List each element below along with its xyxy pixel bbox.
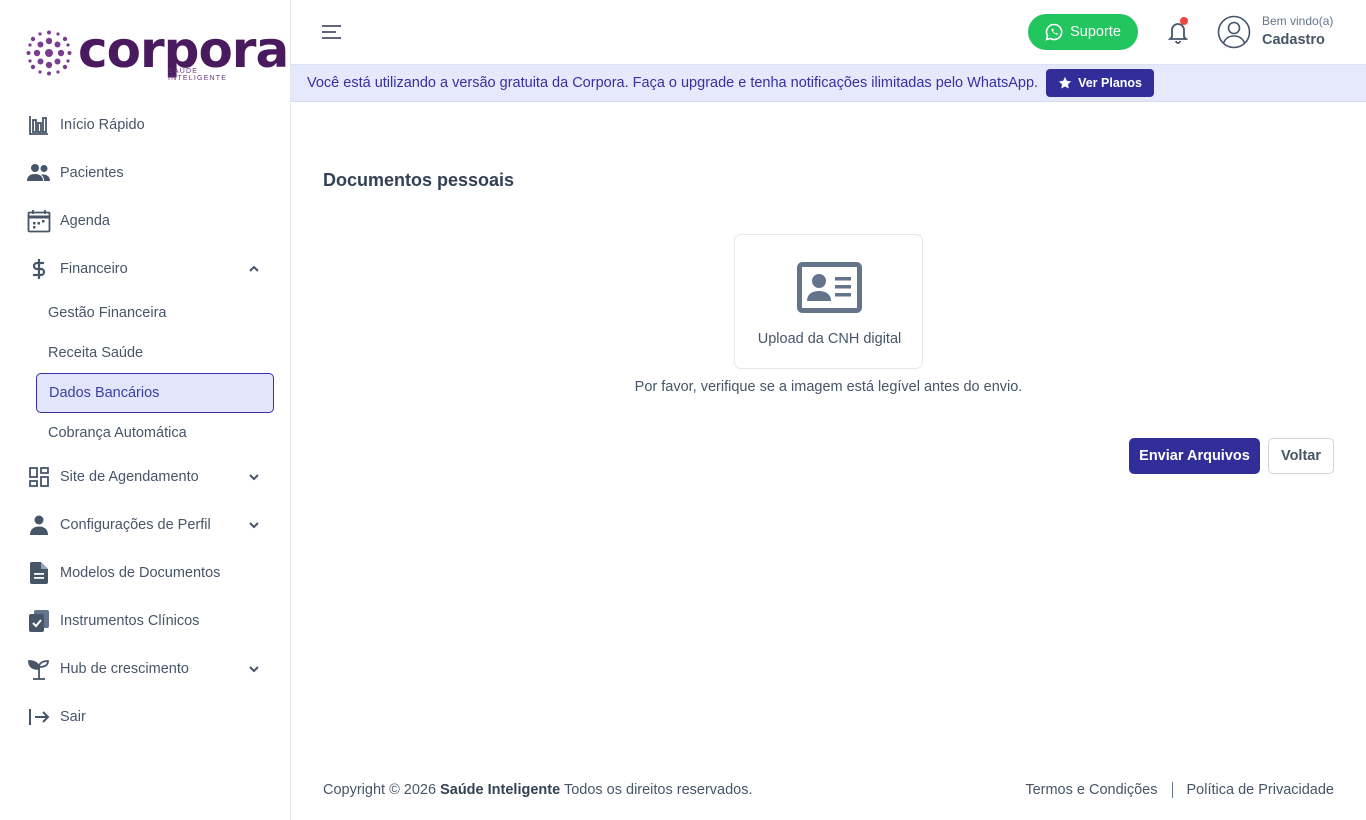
support-label: Suporte bbox=[1070, 24, 1121, 40]
logout-icon bbox=[27, 705, 51, 729]
privacy-link[interactable]: Política de Privacidade bbox=[1187, 782, 1335, 798]
sidebar-subitem-dados-bancarios[interactable]: Dados Bancários bbox=[36, 373, 274, 413]
sidebar-item-label: Sair bbox=[60, 709, 86, 725]
view-plans-label: Ver Planos bbox=[1078, 76, 1143, 90]
sidebar-item-inicio-rapido[interactable]: Início Rápido bbox=[0, 101, 291, 149]
sidebar-item-label: Site de Agendamento bbox=[60, 469, 199, 485]
legibility-hint: Por favor, verifique se a imagem está le… bbox=[634, 379, 1023, 395]
sidebar-subitem-cobranca-automatica[interactable]: Cobrança Automática bbox=[0, 413, 291, 453]
corpora-logo[interactable]: corpora SAÚDE INTELIGENTE bbox=[26, 22, 289, 82]
notification-dot bbox=[1180, 17, 1188, 25]
document-icon bbox=[27, 561, 51, 585]
logo-mark-icon bbox=[26, 30, 72, 76]
sidebar-item-agenda[interactable]: Agenda bbox=[0, 197, 291, 245]
sidebar-item-modelos-de-documentos[interactable]: Modelos de Documentos bbox=[0, 549, 291, 597]
sidebar-item-instrumentos-clinicos[interactable]: Instrumentos Clínicos bbox=[0, 597, 291, 645]
upload-cnh-label: Upload da CNH digital bbox=[757, 331, 902, 347]
banner-text: Você está utilizando a versão gratuita d… bbox=[307, 75, 1039, 91]
sidebar-item-label: Pacientes bbox=[60, 165, 124, 181]
sidebar-item-financeiro[interactable]: Financeiro bbox=[0, 245, 291, 293]
avatar-icon[interactable] bbox=[1217, 15, 1251, 49]
sidebar-item-sair[interactable]: Sair bbox=[0, 693, 291, 741]
view-plans-button[interactable]: Ver Planos bbox=[1046, 69, 1155, 97]
page-title: Documentos pessoais bbox=[323, 170, 515, 190]
sidebar-item-pacientes[interactable]: Pacientes bbox=[0, 149, 291, 197]
footer-links: Termos e Condições Política de Privacida… bbox=[1025, 782, 1334, 798]
top-bar: Suporte Bem vindo(a) Cadastro bbox=[291, 0, 1366, 64]
sidebar-item-label: Financeiro bbox=[60, 261, 128, 277]
welcome-text: Bem vindo(a) bbox=[1262, 14, 1334, 28]
users-icon bbox=[27, 161, 51, 185]
sidebar-nav: Início Rápido Pacientes Agenda Financeir… bbox=[0, 101, 291, 741]
send-files-button[interactable]: Enviar Arquivos bbox=[1129, 438, 1260, 474]
dollar-icon bbox=[27, 257, 51, 281]
upload-cnh-card[interactable]: Upload da CNH digital bbox=[734, 234, 923, 369]
sidebar-item-hub-de-crescimento[interactable]: Hub de crescimento bbox=[0, 645, 291, 693]
sidebar-item-label: Hub de crescimento bbox=[60, 661, 189, 677]
rights-text: Todos os direitos reservados. bbox=[563, 782, 753, 798]
whatsapp-icon bbox=[1045, 23, 1063, 41]
username[interactable]: Cadastro bbox=[1262, 32, 1325, 48]
grid-icon bbox=[27, 465, 51, 489]
support-button[interactable]: Suporte bbox=[1028, 14, 1138, 50]
sidebar: corpora SAÚDE INTELIGENTE Início Rápido … bbox=[0, 0, 291, 820]
sidebar-item-label: Instrumentos Clínicos bbox=[60, 613, 200, 629]
copyright-prefix: Copyright © 2026 bbox=[323, 782, 437, 798]
footer-divider bbox=[1171, 782, 1173, 798]
sidebar-subitem-receita-saude[interactable]: Receita Saúde bbox=[0, 333, 291, 373]
calendar-icon bbox=[27, 209, 51, 233]
copyright: Copyright © 2026 Saúde Inteligente Todos… bbox=[323, 782, 753, 798]
upgrade-banner: Você está utilizando a versão gratuita d… bbox=[291, 64, 1366, 102]
sidebar-subitem-gestao-financeira[interactable]: Gestão Financeira bbox=[0, 293, 291, 333]
clipboard-check-icon bbox=[27, 609, 51, 633]
sidebar-item-label: Configurações de Perfil bbox=[60, 517, 211, 533]
bar-chart-icon bbox=[27, 113, 51, 137]
sidebar-item-site-de-agendamento[interactable]: Site de Agendamento bbox=[0, 453, 291, 501]
sidebar-item-label: Início Rápido bbox=[60, 117, 145, 133]
seedling-icon bbox=[27, 657, 51, 681]
sidebar-item-label: Agenda bbox=[60, 213, 110, 229]
id-card-icon bbox=[797, 262, 862, 313]
back-button[interactable]: Voltar bbox=[1268, 438, 1334, 474]
chevron-down-icon[interactable] bbox=[247, 470, 261, 484]
chevron-up-icon[interactable] bbox=[247, 262, 261, 276]
company-name: Saúde Inteligente bbox=[440, 782, 561, 798]
logo-tagline: SAÚDE INTELIGENTE bbox=[168, 68, 228, 82]
star-icon bbox=[1058, 76, 1072, 89]
chevron-down-icon[interactable] bbox=[247, 662, 261, 676]
chevron-down-icon[interactable] bbox=[247, 518, 261, 532]
menu-toggle-icon[interactable] bbox=[321, 22, 343, 42]
user-icon bbox=[27, 513, 51, 537]
sidebar-item-label: Modelos de Documentos bbox=[60, 565, 221, 581]
terms-link[interactable]: Termos e Condições bbox=[1025, 782, 1157, 798]
sidebar-item-configuracoes-de-perfil[interactable]: Configurações de Perfil bbox=[0, 501, 291, 549]
